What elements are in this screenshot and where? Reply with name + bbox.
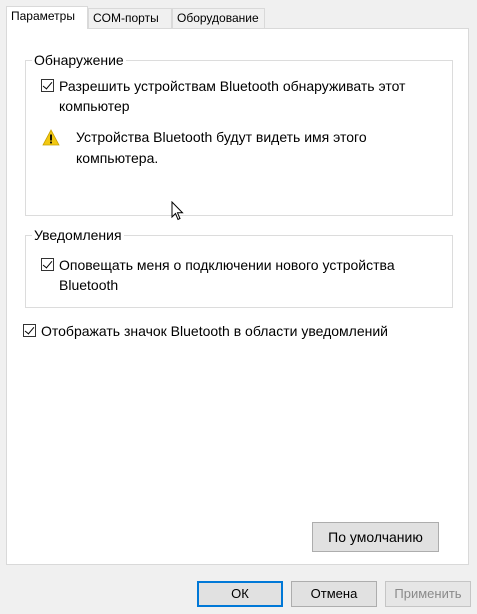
allow-discovery-row[interactable]: Разрешить устройствам Bluetooth обнаружи…	[41, 76, 441, 116]
apply-button[interactable]: Применить	[385, 581, 471, 607]
notify-new-device-row[interactable]: Оповещать меня о подключении нового устр…	[41, 255, 441, 295]
warning-text: Устройства Bluetooth будут видеть имя эт…	[76, 129, 367, 166]
warning-icon	[42, 129, 60, 146]
ok-button[interactable]: ОК	[197, 581, 283, 607]
discovery-group: Обнаружение Разрешить устройствам Blueto…	[25, 51, 453, 216]
notifications-legend: Уведомления	[32, 226, 124, 244]
notify-new-device-checkbox[interactable]	[41, 258, 54, 271]
tab-hardware[interactable]: Оборудование	[172, 8, 265, 28]
bluetooth-settings-window: COM-порты Оборудование Параметры Обнаруж…	[0, 0, 477, 614]
mouse-cursor-icon	[171, 201, 184, 221]
show-tray-icon-label: Отображать значок Bluetooth в области ув…	[41, 323, 388, 339]
notifications-group: Уведомления Оповещать меня о подключении…	[25, 226, 453, 308]
allow-discovery-checkbox[interactable]	[41, 79, 54, 92]
show-tray-icon-row[interactable]: Отображать значок Bluetooth в области ув…	[23, 321, 443, 341]
discovery-legend: Обнаружение	[32, 51, 126, 69]
tab-panel-parameters: Обнаружение Разрешить устройствам Blueto…	[6, 28, 469, 565]
discovery-warning: Устройства Bluetooth будут видеть имя эт…	[42, 127, 442, 169]
restore-defaults-button[interactable]: По умолчанию	[312, 522, 439, 552]
tab-com-ports[interactable]: COM-порты	[88, 8, 172, 28]
tab-parameters[interactable]: Параметры	[6, 6, 88, 29]
cancel-button[interactable]: Отмена	[291, 581, 377, 607]
show-tray-icon-checkbox[interactable]	[23, 324, 36, 337]
notify-new-device-label: Оповещать меня о подключении нового устр…	[59, 257, 395, 293]
allow-discovery-label: Разрешить устройствам Bluetooth обнаружи…	[59, 78, 406, 114]
tab-bar: COM-порты Оборудование Параметры	[6, 6, 466, 29]
